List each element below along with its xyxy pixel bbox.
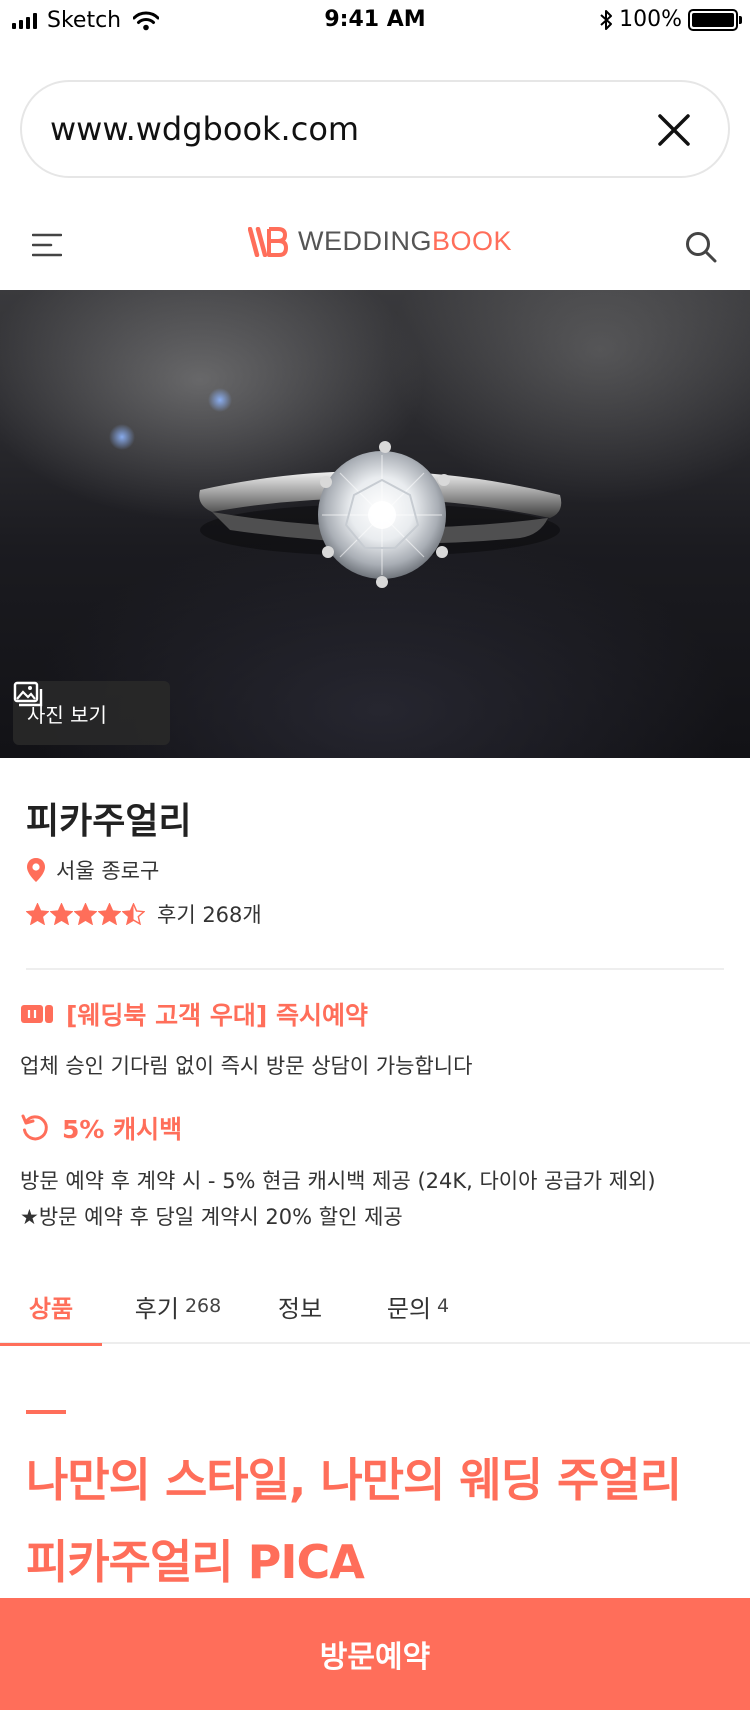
divider — [26, 968, 724, 970]
benefit-instant-booking-desc: 업체 승인 기다림 없이 즉시 방문 상담이 가능합니다 — [20, 1054, 473, 1078]
url-text[interactable]: www.wdgbook.com — [50, 110, 359, 148]
wedding-book-logo[interactable]: WEDDINGBOOK — [248, 226, 512, 257]
cashback-icon — [21, 1114, 48, 1141]
location-text: 서울 종로구 — [56, 859, 160, 883]
address-bar[interactable]: www.wdgbook.com — [20, 80, 730, 178]
tab-inquiry[interactable]: 문의 4 — [368, 1268, 468, 1344]
benefit-cashback-title: 5% 캐시백 — [20, 1110, 182, 1146]
logo-mark-icon — [248, 226, 288, 257]
reviews-count: 268 — [184, 1295, 222, 1317]
star-icon — [122, 903, 145, 925]
menu-icon[interactable] — [32, 232, 62, 258]
app-header: WEDDINGBOOK — [0, 210, 750, 280]
active-tab-indicator — [0, 1343, 102, 1346]
search-icon[interactable] — [684, 230, 718, 264]
tab-reviews[interactable]: 후기 268 — [118, 1268, 238, 1344]
status-right: 100% — [599, 7, 742, 32]
vendor-name: 피카주얼리 — [26, 801, 192, 842]
gallery-icon — [13, 681, 43, 707]
battery-icon — [688, 8, 742, 31]
vendor-rating[interactable]: 후기 268개 — [26, 899, 262, 929]
ticket-icon — [21, 1005, 53, 1023]
benefit-instant-booking-title: [웨딩북 고객 우대] 즉시예약 — [20, 996, 368, 1032]
bluetooth-icon — [600, 9, 613, 30]
review-count[interactable]: 후기 268개 — [157, 899, 262, 929]
battery-percent: 100% — [619, 7, 682, 32]
accent-dash — [26, 1410, 66, 1414]
status-bar: Sketch 9:41 AM 100% — [0, 0, 750, 40]
view-photos-button[interactable]: 사진 보기 — [13, 681, 170, 745]
tab-info[interactable]: 정보 — [250, 1268, 350, 1344]
star-rating — [26, 903, 145, 925]
headline-line-2: 피카주얼리 PICA — [26, 1535, 365, 1589]
benefit-cashback-desc-1: 방문 예약 후 계약 시 - 5% 현금 캐시백 제공 (24K, 다이아 공급… — [20, 1169, 656, 1193]
star-icon — [98, 903, 121, 925]
visit-booking-button[interactable]: 방문예약 — [0, 1598, 750, 1710]
star-icon — [74, 903, 97, 925]
headline-line-1: 나만의 스타일, 나만의 웨딩 주얼리 — [26, 1453, 682, 1507]
benefit-cashback-desc-2: ★방문 예약 후 당일 계약시 20% 할인 제공 — [20, 1205, 403, 1229]
logo-text: WEDDINGBOOK — [298, 226, 513, 256]
hero-image[interactable]: 사진 보기 — [0, 290, 750, 758]
close-icon[interactable] — [654, 110, 694, 150]
location-pin-icon — [27, 858, 45, 882]
star-icon — [50, 903, 73, 925]
inquiry-count: 4 — [437, 1295, 450, 1317]
tab-bar: 상품 후기 268 정보 문의 4 — [0, 1268, 750, 1346]
star-icon — [26, 903, 49, 925]
tab-products[interactable]: 상품 — [0, 1268, 102, 1346]
vendor-location: 서울 종로구 — [26, 855, 159, 885]
